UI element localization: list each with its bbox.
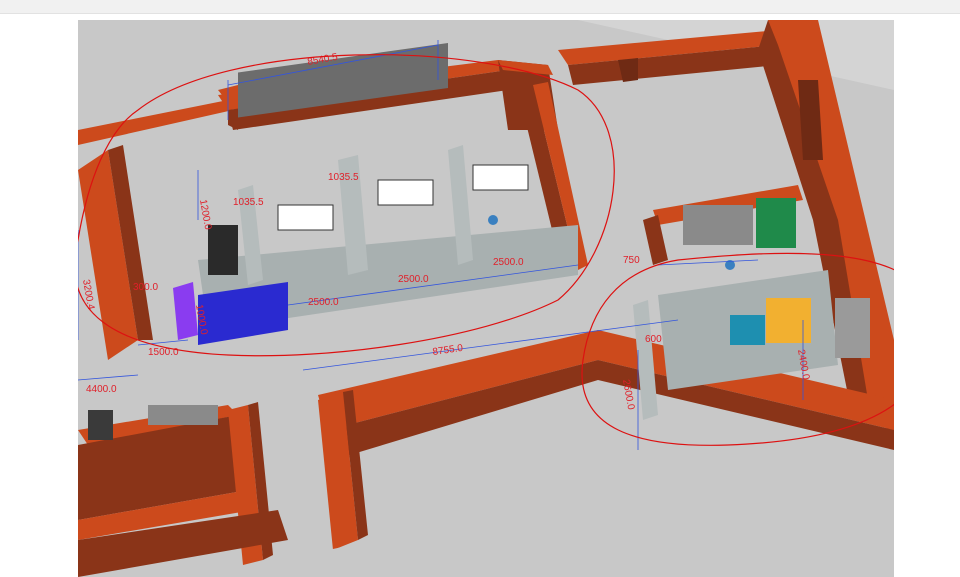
bench-lower-left bbox=[148, 405, 218, 425]
dim-2500-b: 2500.0 bbox=[398, 274, 429, 285]
floor-plan-render: 8540.5 1200.0 1035.5 1035.5 3200.4 300.0… bbox=[78, 20, 894, 577]
cad-3d-viewport[interactable]: 8540.5 1200.0 1035.5 1035.5 3200.4 300.0… bbox=[78, 20, 894, 577]
dim-4400: 4400.0 bbox=[86, 384, 117, 395]
machine-dark bbox=[208, 225, 238, 275]
machine-lower-left bbox=[88, 410, 113, 440]
bench-white-3 bbox=[472, 164, 529, 191]
box-teal bbox=[730, 315, 765, 345]
dim-1035-b: 1035.5 bbox=[328, 172, 359, 183]
cabinet-yellow bbox=[766, 298, 811, 343]
dim-600: 600 bbox=[645, 334, 662, 345]
dim-1035-a: 1035.5 bbox=[233, 197, 264, 208]
cabinet-green bbox=[756, 198, 796, 248]
shelf-right bbox=[683, 205, 753, 245]
dim-300: 300.0 bbox=[133, 282, 158, 293]
dim-2500-c: 2500.0 bbox=[493, 257, 524, 268]
dim-2500-a: 2500.0 bbox=[308, 297, 339, 308]
equipment-grey bbox=[835, 298, 870, 358]
bench-white-1 bbox=[277, 204, 334, 231]
bench-white-2 bbox=[377, 179, 434, 206]
top-bar bbox=[0, 0, 960, 14]
dim-750: 750 bbox=[623, 255, 640, 266]
person-a bbox=[488, 215, 498, 225]
